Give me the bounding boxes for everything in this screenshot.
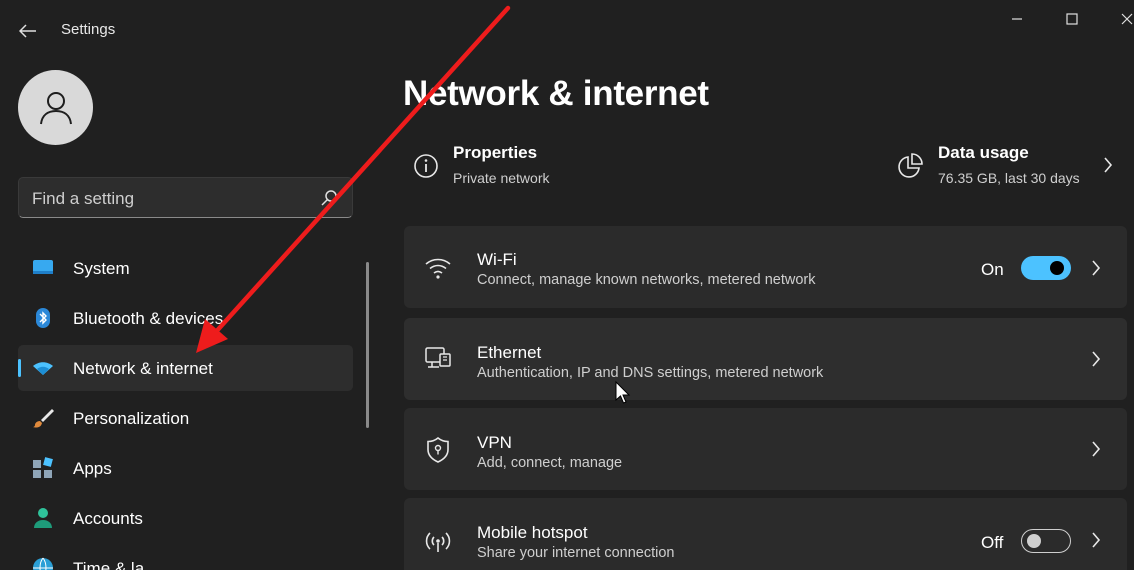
vpn-subtitle: Add, connect, manage	[477, 455, 623, 471]
system-icon	[32, 257, 54, 279]
bluetooth-icon	[32, 307, 54, 329]
properties-link[interactable]: Properties Private network	[404, 140, 704, 200]
selection-indicator	[18, 359, 21, 377]
ethernet-title: Ethernet	[477, 343, 542, 362]
wifi-toggle[interactable]	[1021, 256, 1071, 280]
toggle-knob	[1050, 261, 1064, 275]
avatar[interactable]	[18, 70, 93, 145]
page-title: Network & internet	[403, 74, 709, 113]
person-icon	[32, 507, 54, 529]
sidebar-item-label: Accounts	[73, 509, 143, 528]
search-input[interactable]: Find a setting	[18, 177, 353, 218]
wifi-icon	[424, 254, 452, 282]
sidebar-item-system[interactable]: System	[18, 245, 353, 291]
back-arrow-icon	[19, 24, 36, 38]
sidebar-item-accounts[interactable]: Accounts	[18, 495, 353, 541]
maximize-icon	[1066, 13, 1078, 25]
wifi-subtitle: Connect, manage known networks, metered …	[477, 272, 816, 288]
sidebar-scrollbar[interactable]	[366, 262, 369, 428]
mobile-hotspot-title: Mobile hotspot	[477, 523, 588, 542]
wifi-card[interactable]: Wi-Fi Connect, manage known networks, me…	[404, 226, 1127, 308]
data-usage-link[interactable]: Data usage 76.35 GB, last 30 days	[893, 140, 1127, 200]
shield-icon	[424, 436, 452, 464]
sidebar-item-label: Bluetooth & devices	[73, 309, 224, 328]
mobile-hotspot-card[interactable]: Mobile hotspot Share your internet conne…	[404, 498, 1127, 570]
chevron-right-icon	[1092, 441, 1101, 457]
mobile-hotspot-toggle[interactable]	[1021, 529, 1071, 553]
sidebar-item-label: Apps	[73, 459, 112, 478]
sidebar-item-label: System	[73, 259, 130, 278]
hotspot-icon	[424, 527, 452, 555]
back-button[interactable]	[14, 20, 42, 42]
apps-icon	[32, 457, 54, 479]
close-button[interactable]	[1112, 8, 1134, 30]
mobile-hotspot-subtitle: Share your internet connection	[477, 545, 675, 561]
sidebar-item-label: Personalization	[73, 409, 190, 428]
info-icon	[414, 154, 438, 178]
chevron-right-icon	[1092, 532, 1101, 548]
sidebar-item-label: Time & la	[73, 559, 145, 570]
wifi-icon	[32, 357, 54, 379]
sidebar-nav: System Bluetooth & devices Network & int…	[18, 245, 353, 570]
wifi-title: Wi-Fi	[477, 250, 517, 269]
ethernet-icon	[424, 345, 452, 373]
sidebar-item-label: Network & internet	[73, 359, 213, 378]
sidebar-item-personalization[interactable]: Personalization	[18, 395, 353, 441]
minimize-button[interactable]	[1002, 8, 1032, 30]
search-placeholder: Find a setting	[32, 189, 135, 208]
ethernet-subtitle: Authentication, IP and DNS settings, met…	[477, 365, 824, 381]
data-usage-subtitle: 76.35 GB, last 30 days	[938, 170, 1080, 186]
brush-icon	[32, 407, 54, 429]
mobile-hotspot-toggle-label: Off	[981, 533, 1004, 552]
close-icon	[1121, 13, 1133, 25]
maximize-button[interactable]	[1057, 8, 1087, 30]
properties-subtitle: Private network	[453, 170, 550, 186]
pie-chart-icon	[898, 153, 923, 178]
chevron-right-icon	[1092, 260, 1101, 276]
sidebar-item-network[interactable]: Network & internet	[18, 345, 353, 391]
search-icon[interactable]	[320, 189, 338, 207]
vpn-card[interactable]: VPN Add, connect, manage	[404, 408, 1127, 490]
sidebar-item-apps[interactable]: Apps	[18, 445, 353, 491]
user-icon	[39, 91, 72, 124]
title-bar: Settings	[0, 0, 1134, 60]
app-title: Settings	[61, 21, 116, 38]
ethernet-card[interactable]: Ethernet Authentication, IP and DNS sett…	[404, 318, 1127, 400]
properties-title: Properties	[453, 143, 538, 162]
sidebar-item-time-language[interactable]: Time & la	[18, 545, 353, 570]
data-usage-title: Data usage	[938, 143, 1029, 162]
minimize-icon	[1012, 18, 1022, 20]
sidebar-item-bluetooth[interactable]: Bluetooth & devices	[18, 295, 353, 341]
vpn-title: VPN	[477, 433, 512, 452]
chevron-right-icon	[1092, 351, 1101, 367]
toggle-knob	[1027, 534, 1041, 548]
globe-icon	[32, 557, 54, 570]
chevron-right-icon	[1104, 157, 1113, 173]
wifi-toggle-label: On	[981, 260, 1004, 279]
